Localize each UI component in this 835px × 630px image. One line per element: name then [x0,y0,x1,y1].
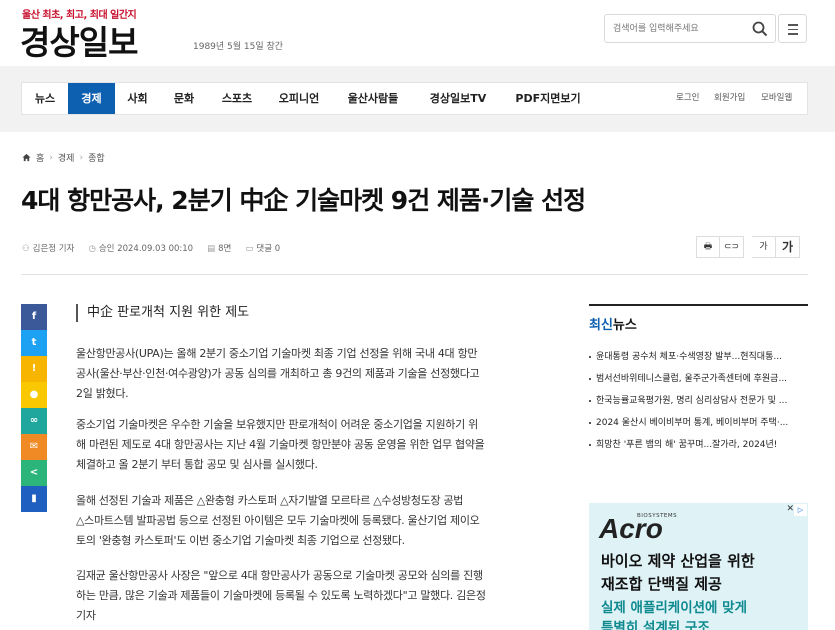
heading-accent: 최신 [589,318,613,333]
comment-icon: ▭ [245,244,254,254]
search-input[interactable] [613,21,743,37]
divider [21,274,808,275]
site-logo[interactable]: 경상일보 [20,16,138,64]
ad-line: 바이오 제약 산업을 위한 [601,552,755,570]
nav-item-culture[interactable]: 문화 [160,83,208,114]
link-icon[interactable]: ⊂⊃ [720,236,744,258]
chevron-right-icon: › [49,152,53,163]
close-icon[interactable]: ✕ [786,504,794,514]
paragraph-line: 울산항만공사(UPA)는 올해 2분기 중소기업 기술마켓 최종 기업 선정을 … [76,347,478,360]
latest-news-heading: 최신뉴스 [589,304,808,333]
page-icon: ▤ [207,244,216,254]
article-paragraph: 중소기업 기술마켓은 우수한 기술을 보유했지만 판로개척이 어려운 중소기업을… [76,415,552,475]
ad-brand-small: BIOSYSTEMS [637,513,678,519]
search-icon[interactable] [751,20,769,38]
share-bar: f t ! ● ∞ ✉ < ▮ [21,304,47,512]
breadcrumb-section[interactable]: 경제 [58,151,75,164]
list-item[interactable]: 범서선바위테니스클럽, 울주군가족센터에 후원금... [589,368,808,390]
heading-rest: 뉴스 [612,318,637,333]
article-subhead: 中企 판로개척 지원 위한 제도 [76,304,249,322]
search-box [604,14,776,43]
page-number: 8면 [218,244,232,254]
chevron-right-icon: › [79,152,84,163]
user-icon: ⚇ [22,244,30,254]
bookmark-icon[interactable]: ▮ [21,486,47,512]
nav-item-economy[interactable]: 경제 [68,83,115,114]
font-increase-button[interactable]: 가 [776,236,800,258]
kakaostory-icon[interactable]: ! [21,356,47,382]
print-icon[interactable]: 🖶 [696,236,720,258]
paragraph-line: 공사(울산·부산·인천·여수광양)가 공동 심의를 개최하고 총 9건의 제품과… [76,367,480,380]
paragraph-line: 김재균 울산항만공사 사장은 "앞으로 4대 항만공사가 공동으로 기술마켓 공… [76,569,483,582]
paragraph-line: 하는 만큼, 많은 기술과 제품들이 기술마켓에 등록될 수 있도록 노력하겠다… [76,589,486,602]
link-copy-icon[interactable]: ∞ [21,408,47,434]
email-icon[interactable]: ✉ [21,434,47,460]
advertisement[interactable]: Acro BIOSYSTEMS 바이오 제약 산업을 위한 재조합 단백질 제공… [589,503,808,630]
breadcrumb-sub[interactable]: 종합 [88,151,105,164]
founded-date: 1989년 5월 15일 창간 [193,42,284,52]
article-paragraph: 김재균 울산항만공사 사장은 "앞으로 4대 항만공사가 공동으로 기술마켓 공… [76,566,552,626]
ad-line: 특별히 설계된 구조 [601,620,710,630]
signup-link[interactable]: 회원가입 [714,83,745,114]
twitter-icon[interactable]: t [21,330,47,356]
paragraph-line: △스마트스템 발파공법 등으로 선정된 아이템은 모두 기술마켓에 등록됐다. … [76,514,480,527]
nav-item-ulsan-people[interactable]: 울산사람들 [332,83,414,114]
site-header: 울산 최초, 최고, 최대 일간지 경상일보 1989년 5월 15일 창간 [0,0,835,66]
clock-icon: ◷ [88,244,96,254]
share-icon[interactable]: < [21,460,47,486]
paragraph-line: 올해 선정된 기술과 제품은 △완충형 카스토퍼 △자기발열 모르타르 △수성방… [76,494,464,507]
paragraph-line: 체결하고 올 2분기 부터 통합 공모 및 심사를 실시했다. [76,458,318,471]
ad-choices-icon[interactable]: ▷ [794,504,807,516]
nav-item-society[interactable]: 사회 [115,83,160,114]
ad-line: 실제 애플리케이션에 맞게 [601,600,748,616]
author[interactable]: 김은정 기자 [33,244,75,254]
approved-date: 승인 2024.09.03 00:10 [98,244,194,254]
breadcrumb-home[interactable]: 홈 [36,151,44,164]
paragraph-line: 2일 밝혔다. [76,387,129,400]
list-item[interactable]: 2024 울산시 베이비부머 통계, 베이비부머 주택·... [589,412,808,434]
nav-item-tv[interactable]: 경상일보TV [414,83,502,114]
article-paragraph: 울산항만공사(UPA)는 올해 2분기 중소기업 기술마켓 최종 기업 선정을 … [76,344,552,404]
article-meta: ⚇ 김은정 기자 ◷ 승인 2024.09.03 00:10 ▤ 8면 ▭ 댓글 0 [22,242,280,254]
login-link[interactable]: 로그인 [676,83,699,114]
mobile-web-link[interactable]: 모바일웹 [761,83,792,114]
article-title: 4대 항만공사, 2분기 中企 기술마켓 9건 제품·기술 선정 [21,186,586,215]
list-item[interactable]: 희망찬 '푸른 뱀의 해' 꿈꾸며...잘가라, 2024년! [589,434,808,456]
ad-line: 재조합 단백질 제공 [601,575,722,593]
paragraph-line: 중소기업 기술마켓은 우수한 기술을 보유했지만 판로개척이 어려운 중소기업을… [76,418,478,431]
list-item[interactable]: 윤대통령 공수처 체포·수색영장 발부...현직대통... [589,346,808,368]
article-tools: 🖶 ⊂⊃ 가 가 [696,236,800,258]
nav-item-opinion[interactable]: 오피니언 [266,83,332,114]
paragraph-line: 토의 '완충형 카스토퍼'도 이번 중소기업 기술마켓 최종 기업으로 선정됐다… [76,534,405,547]
home-icon[interactable] [22,153,31,162]
nav-bar: 뉴스 경제 사회 문화 스포츠 오피니언 울산사람들 경상일보TV PDF지면보… [0,66,835,132]
article-paragraph: 올해 선정된 기술과 제품은 △완충형 카스토퍼 △자기발열 모르타르 △수성방… [76,491,552,551]
main-nav: 뉴스 경제 사회 문화 스포츠 오피니언 울산사람들 경상일보TV PDF지면보… [21,82,808,115]
font-decrease-button[interactable]: 가 [752,236,776,258]
breadcrumb: 홈 › 경제 › 종합 [22,151,105,164]
latest-news-list: 윤대통령 공수처 체포·수색영장 발부...현직대통... 범서선바위테니스클럽… [589,346,808,456]
nav-item-news[interactable]: 뉴스 [22,83,68,114]
nav-item-pdf[interactable]: PDF지면보기 [502,83,594,114]
comment-count[interactable]: 댓글 0 [256,244,280,254]
paragraph-line: 해 마련된 제도로 4대 항만공사는 지난 4월 기술마켓 항만분야 공동 운영… [76,438,485,451]
nav-item-sports[interactable]: 스포츠 [208,83,266,114]
paragraph-line: 기자 [76,609,96,622]
kakaotalk-icon[interactable]: ● [21,382,47,408]
list-item[interactable]: 한국능률교육평가원, 명리 심리상담사 전문가 및 ... [589,390,808,412]
hamburger-menu-icon[interactable] [778,14,807,43]
facebook-icon[interactable]: f [21,304,47,330]
